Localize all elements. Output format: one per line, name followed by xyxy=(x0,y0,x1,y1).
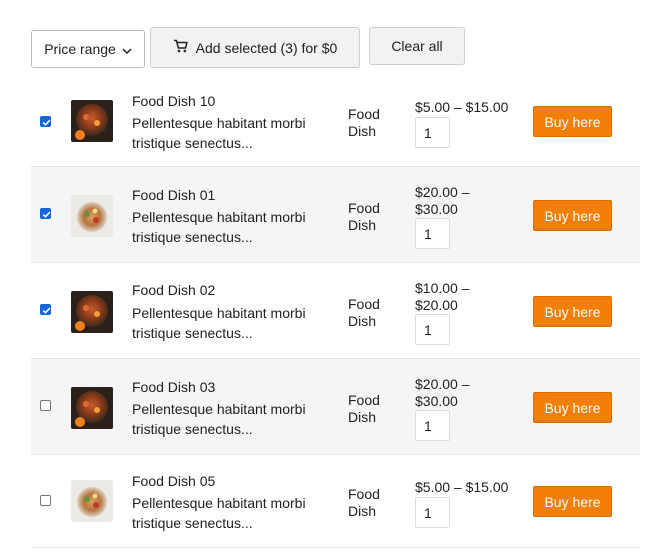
product-category[interactable]: Food Dish xyxy=(348,200,393,234)
product-title[interactable]: Food Dish 01 xyxy=(132,187,215,203)
product-price: $20.00 – $30.00 xyxy=(415,376,470,409)
buy-here-button[interactable]: Buy here xyxy=(533,486,612,517)
table-row: Food Dish 05 Pellentesque habitant morbi t… xyxy=(31,455,640,548)
product-description: Pellentesque habitant morbi tristique sen… xyxy=(132,115,306,151)
table-row: Food Dish 03 Pellentesque habitant morbi t… xyxy=(31,359,640,455)
product-price: $20.00 – $30.00 xyxy=(415,184,470,217)
table-row: Food Dish 01 Pellentesque habitant morbi t… xyxy=(31,167,640,263)
row-select-checkbox[interactable] xyxy=(40,400,51,411)
product-category[interactable]: Food Dish xyxy=(348,486,393,520)
buy-here-button[interactable]: Buy here xyxy=(533,200,612,231)
product-description: Pellentesque habitant morbi tristique sen… xyxy=(132,305,306,341)
row-select-checkbox[interactable] xyxy=(40,495,51,506)
product-category[interactable]: Food Dish xyxy=(348,106,393,140)
clear-all-button[interactable]: Clear all xyxy=(369,27,465,65)
add-selected-label: Add selected (3) for $0 xyxy=(195,39,338,56)
product-price: $10.00 – $20.00 xyxy=(415,280,470,313)
quantity-input[interactable]: 1 xyxy=(415,218,450,249)
price-range-dropdown[interactable]: Price range xyxy=(31,30,145,68)
product-description: Pellentesque habitant morbi tristique sen… xyxy=(132,495,306,531)
clear-all-label: Clear all xyxy=(391,38,443,54)
product-thumbnail[interactable] xyxy=(71,291,113,333)
product-title[interactable]: Food Dish 10 xyxy=(132,93,215,109)
quantity-input[interactable]: 1 xyxy=(415,410,450,441)
buy-here-button[interactable]: Buy here xyxy=(533,392,612,423)
product-price: $5.00 – $15.00 xyxy=(415,99,509,115)
buy-here-button[interactable]: Buy here xyxy=(533,106,612,137)
quantity-input[interactable]: 1 xyxy=(415,314,450,345)
product-title[interactable]: Food Dish 03 xyxy=(132,379,215,395)
table-row: Food Dish 10 Pellentesque habitant morbi t… xyxy=(31,85,640,167)
product-description: Pellentesque habitant morbi tristique sen… xyxy=(132,209,306,245)
product-title[interactable]: Food Dish 02 xyxy=(132,282,215,298)
product-title[interactable]: Food Dish 05 xyxy=(132,473,215,489)
product-description: Pellentesque habitant morbi tristique sen… xyxy=(132,401,306,437)
chevron-down-icon xyxy=(122,41,132,57)
product-category[interactable]: Food Dish xyxy=(348,392,393,426)
product-category[interactable]: Food Dish xyxy=(348,296,393,330)
product-thumbnail[interactable] xyxy=(71,480,113,522)
product-price: $5.00 – $15.00 xyxy=(415,479,509,495)
add-selected-button[interactable]: Add selected (3) for $0 xyxy=(150,27,360,68)
cart-icon xyxy=(173,39,188,56)
product-thumbnail[interactable] xyxy=(71,387,113,429)
row-select-checkbox[interactable] xyxy=(40,304,51,315)
quantity-input[interactable]: 1 xyxy=(415,497,450,528)
product-thumbnail[interactable] xyxy=(71,100,113,142)
quantity-input[interactable]: 1 xyxy=(415,117,450,148)
product-thumbnail[interactable] xyxy=(71,195,113,237)
table-row: Food Dish 02 Pellentesque habitant morbi t… xyxy=(31,263,640,359)
buy-here-button[interactable]: Buy here xyxy=(533,296,612,327)
row-select-checkbox[interactable] xyxy=(40,208,51,219)
price-range-label: Price range xyxy=(44,41,116,57)
row-select-checkbox[interactable] xyxy=(40,116,51,127)
